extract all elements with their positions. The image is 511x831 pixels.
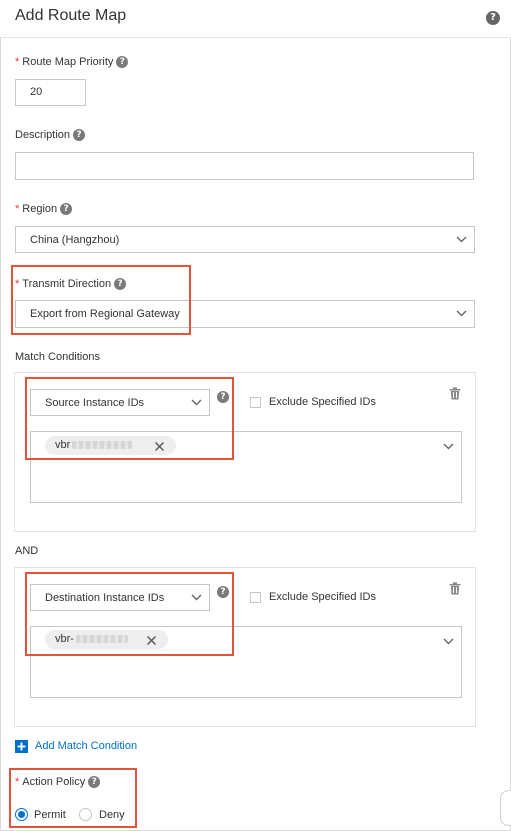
dialog-header: Add Route Map ?: [0, 0, 511, 38]
highlight-action-policy: [9, 768, 137, 828]
chevron-down-icon: [443, 443, 454, 453]
exclude-ids-label: Exclude Specified IDs: [269, 396, 376, 408]
exclude-ids-label: Exclude Specified IDs: [269, 591, 376, 603]
highlight-destination-condition: [25, 572, 234, 656]
add-match-condition-link[interactable]: Add Match Condition: [35, 740, 137, 752]
highlight-transmit-direction: [11, 265, 191, 335]
match-conditions-label: Match Conditions: [15, 351, 100, 363]
description-input[interactable]: [15, 152, 474, 180]
priority-input[interactable]: 20: [15, 79, 86, 106]
trash-icon[interactable]: [449, 582, 461, 595]
required-marker: *: [15, 56, 20, 68]
help-icon[interactable]: ?: [116, 56, 129, 69]
region-label: * Region?: [15, 203, 73, 216]
dialog-title: Add Route Map: [15, 7, 127, 24]
scroll-handle[interactable]: [500, 790, 511, 826]
trash-icon[interactable]: [449, 387, 461, 400]
priority-label: * Route Map Priority?: [15, 56, 129, 69]
help-icon[interactable]: ?: [73, 129, 86, 142]
and-label: AND: [15, 545, 39, 557]
exclude-ids-checkbox[interactable]: [250, 592, 261, 603]
plus-icon[interactable]: [15, 740, 28, 753]
description-label: Description?: [15, 129, 86, 142]
highlight-source-condition: [25, 377, 234, 460]
region-select[interactable]: China (Hangzhou): [15, 226, 475, 253]
question-circle-icon[interactable]: ?: [486, 11, 500, 25]
chevron-down-icon: [443, 638, 454, 648]
required-marker: *: [15, 203, 20, 215]
help-icon[interactable]: ?: [60, 203, 73, 216]
chevron-down-icon: [456, 310, 467, 320]
chevron-down-icon: [456, 236, 467, 246]
exclude-ids-checkbox[interactable]: [250, 397, 261, 408]
